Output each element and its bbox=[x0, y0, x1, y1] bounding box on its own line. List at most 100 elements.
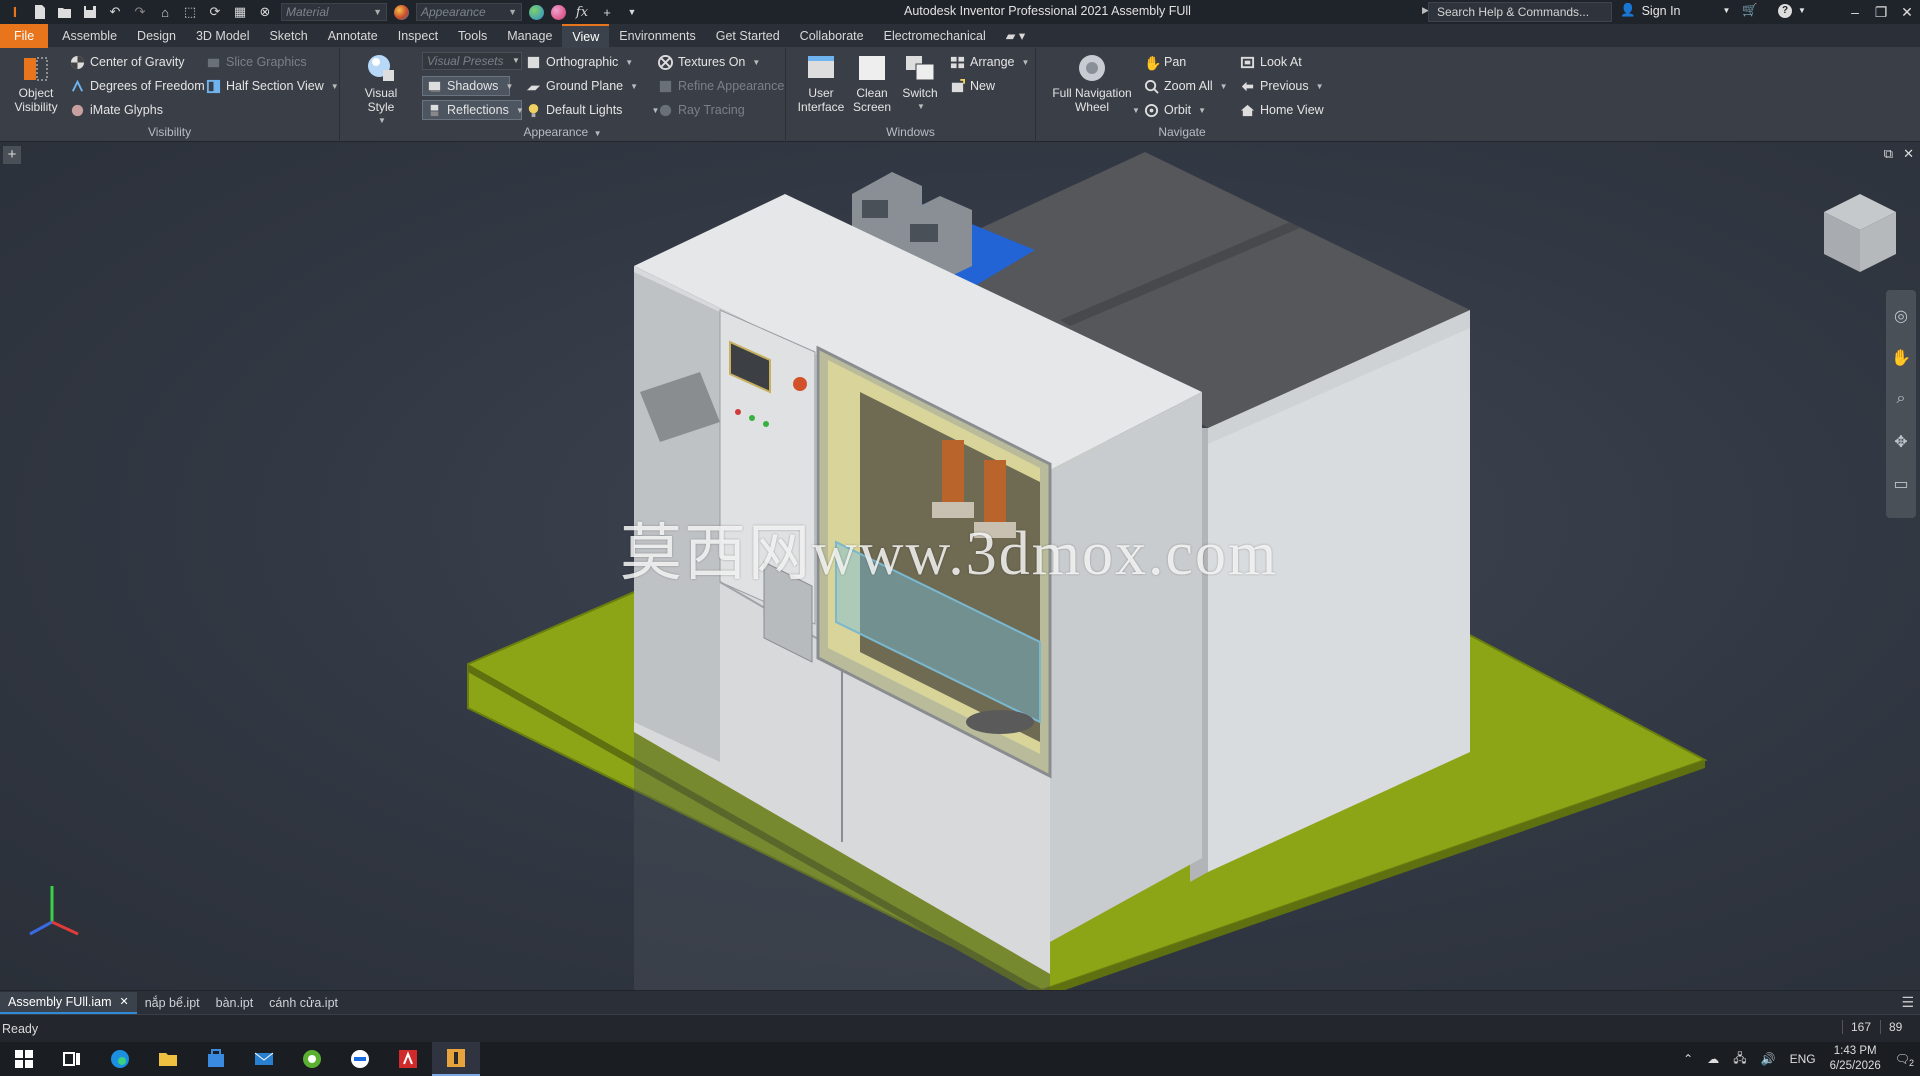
orbit-button[interactable]: Orbit ▼ bbox=[1144, 100, 1206, 120]
onedrive-icon[interactable]: ☁ bbox=[1707, 1052, 1719, 1066]
user-interface-button[interactable]: User Interface bbox=[796, 52, 846, 114]
pan-tool-icon[interactable]: ✋ bbox=[1891, 348, 1911, 368]
task-view-button[interactable] bbox=[48, 1042, 96, 1076]
appearance-sphere-icon[interactable] bbox=[529, 4, 544, 20]
ground-plane-button[interactable]: Ground Plane ▼ bbox=[526, 76, 638, 96]
tab-electromechanical[interactable]: Electromechanical bbox=[874, 24, 996, 48]
volume-icon[interactable]: 🔊 bbox=[1761, 1052, 1776, 1066]
update-icon[interactable]: ⟳ bbox=[206, 3, 224, 21]
graphics-viewport[interactable]: + ⧉ ✕ ◎ ✋ ⌕ ✥ ▭ 莫西网www.3dmox.com bbox=[0, 142, 1920, 990]
tab-inspect[interactable]: Inspect bbox=[388, 24, 448, 48]
cart-icon[interactable]: 🛒 bbox=[1742, 3, 1758, 18]
new-file-icon[interactable] bbox=[31, 3, 49, 21]
file-explorer-button[interactable] bbox=[144, 1042, 192, 1076]
textures-on-button[interactable]: Textures On ▼ bbox=[658, 52, 760, 72]
doc-tab-assembly[interactable]: Assembly FUll.iam ✕ bbox=[0, 991, 137, 1014]
clear-icon[interactable]: ⊗ bbox=[256, 3, 274, 21]
previous-view-button[interactable]: Previous ▼ bbox=[1240, 76, 1324, 96]
edge-browser-button[interactable] bbox=[96, 1042, 144, 1076]
tab-manage[interactable]: Manage bbox=[497, 24, 562, 48]
open-folder-icon[interactable] bbox=[56, 3, 74, 21]
appearance-dropdown[interactable]: Appearance ▼ bbox=[416, 3, 522, 21]
orthographic-button[interactable]: Orthographic ▼ bbox=[526, 52, 633, 72]
save-icon[interactable] bbox=[81, 3, 99, 21]
add-icon[interactable]: + bbox=[598, 3, 616, 21]
acrobat-button[interactable] bbox=[384, 1042, 432, 1076]
adjust-appearance-icon[interactable] bbox=[551, 4, 566, 20]
refine-appearance-button[interactable]: Refine Appearance bbox=[658, 76, 784, 96]
zalo-button[interactable] bbox=[336, 1042, 384, 1076]
half-section-view-button[interactable]: Half Section View ▼ bbox=[206, 76, 339, 96]
zoom-all-button[interactable]: Zoom All ▼ bbox=[1144, 76, 1228, 96]
inventor-taskbar-button[interactable] bbox=[432, 1042, 480, 1076]
tab-more-icon[interactable]: ▰ ▾ bbox=[996, 24, 1035, 48]
reflections-button[interactable]: Reflections ▼ bbox=[422, 100, 524, 120]
look-at-button[interactable]: Look At bbox=[1240, 52, 1302, 72]
doc-tab-nap-be[interactable]: nắp bể.ipt bbox=[137, 992, 208, 1014]
help-icon[interactable]: ? bbox=[1778, 3, 1792, 18]
help-dropdown-icon[interactable]: ▼ bbox=[1798, 6, 1806, 15]
tab-annotate[interactable]: Annotate bbox=[318, 24, 388, 48]
maximize-viewport-icon[interactable]: ⧉ bbox=[1884, 146, 1893, 162]
customize-dropdown-icon[interactable]: ▼ bbox=[623, 3, 641, 21]
tab-sketch[interactable]: Sketch bbox=[259, 24, 317, 48]
language-indicator[interactable]: ENG bbox=[1790, 1052, 1816, 1066]
slice-graphics-button[interactable]: Slice Graphics bbox=[206, 52, 307, 72]
close-viewport-icon[interactable]: ✕ bbox=[1903, 146, 1914, 162]
material-sphere-icon[interactable] bbox=[394, 4, 409, 20]
notifications-button[interactable]: 🗨 2 bbox=[1895, 1052, 1914, 1068]
navigation-wheel-dropdown-icon[interactable]: ▼ bbox=[1132, 106, 1140, 115]
add-view-button[interactable]: + bbox=[3, 146, 21, 164]
center-of-gravity-button[interactable]: Center of Gravity bbox=[70, 52, 184, 72]
restore-icon[interactable]: ❐ bbox=[1868, 0, 1894, 24]
object-visibility-button[interactable]: Object Visibility bbox=[8, 52, 64, 114]
network-icon[interactable]: 🖧 bbox=[1733, 1049, 1746, 1070]
ray-tracing-button[interactable]: Ray Tracing bbox=[658, 100, 745, 120]
clean-screen-button[interactable]: Clean Screen bbox=[848, 52, 896, 114]
tab-file[interactable]: File bbox=[0, 23, 49, 48]
close-tab-icon[interactable]: ✕ bbox=[120, 995, 129, 1008]
tab-collaborate[interactable]: Collaborate bbox=[790, 24, 874, 48]
steering-wheel-icon[interactable]: ◎ bbox=[1891, 306, 1911, 326]
start-button[interactable] bbox=[0, 1042, 48, 1076]
select-icon[interactable]: ⬚ bbox=[181, 3, 199, 21]
degrees-of-freedom-button[interactable]: Degrees of Freedom bbox=[70, 76, 205, 96]
switch-button[interactable]: Switch ▼ bbox=[898, 52, 942, 114]
home-icon[interactable]: ⌂ bbox=[156, 3, 174, 21]
minimize-icon[interactable]: – bbox=[1842, 0, 1868, 24]
default-lights-button[interactable]: Default Lights ▼ bbox=[526, 100, 659, 120]
close-icon[interactable]: ✕ bbox=[1894, 0, 1920, 24]
parameters-fx-icon[interactable]: fx bbox=[573, 3, 591, 21]
tab-tools[interactable]: Tools bbox=[448, 24, 497, 48]
visual-presets-dropdown[interactable]: Visual Presets bbox=[422, 52, 522, 70]
orbit-tool-icon[interactable]: ✥ bbox=[1891, 432, 1911, 452]
measure-icon[interactable]: ▦ bbox=[231, 3, 249, 21]
doc-tab-canh-cua[interactable]: cánh cửa.ipt bbox=[261, 992, 346, 1014]
document-menu-icon[interactable]: ☰ bbox=[1901, 994, 1914, 1011]
undo-icon[interactable]: ↶ bbox=[106, 3, 124, 21]
full-navigation-wheel-button[interactable]: Full Navigation Wheel bbox=[1044, 52, 1140, 114]
visual-presets-arrow-icon[interactable]: ▼ bbox=[512, 56, 520, 65]
redo-icon[interactable]: ↷ bbox=[131, 3, 149, 21]
shadows-button[interactable]: Shadows ▼ bbox=[422, 76, 513, 96]
store-button[interactable] bbox=[192, 1042, 240, 1076]
tab-3d-model[interactable]: 3D Model bbox=[186, 24, 260, 48]
tab-view[interactable]: View bbox=[562, 23, 610, 48]
show-hidden-icons-icon[interactable]: ⌃ bbox=[1683, 1052, 1693, 1066]
look-at-tool-icon[interactable]: ▭ bbox=[1891, 474, 1911, 494]
home-view-button[interactable]: Home View bbox=[1240, 100, 1324, 120]
tab-design[interactable]: Design bbox=[127, 24, 186, 48]
clock[interactable]: 1:43 PM 6/25/2026 bbox=[1830, 1044, 1881, 1074]
pan-button[interactable]: ✋ Pan bbox=[1144, 52, 1186, 72]
mail-button[interactable] bbox=[240, 1042, 288, 1076]
material-dropdown[interactable]: Material ▼ bbox=[281, 3, 387, 21]
tab-environments[interactable]: Environments bbox=[609, 24, 705, 48]
imate-glyphs-button[interactable]: iMate Glyphs bbox=[70, 100, 163, 120]
tab-get-started[interactable]: Get Started bbox=[706, 24, 790, 48]
search-input[interactable]: Search Help & Commands... bbox=[1428, 2, 1612, 22]
inventor-logo-icon[interactable]: I bbox=[6, 3, 24, 21]
greenshot-button[interactable] bbox=[288, 1042, 336, 1076]
new-window-button[interactable]: New bbox=[950, 76, 995, 96]
tab-assemble[interactable]: Assemble bbox=[52, 24, 127, 48]
zoom-tool-icon[interactable]: ⌕ bbox=[1891, 390, 1911, 410]
